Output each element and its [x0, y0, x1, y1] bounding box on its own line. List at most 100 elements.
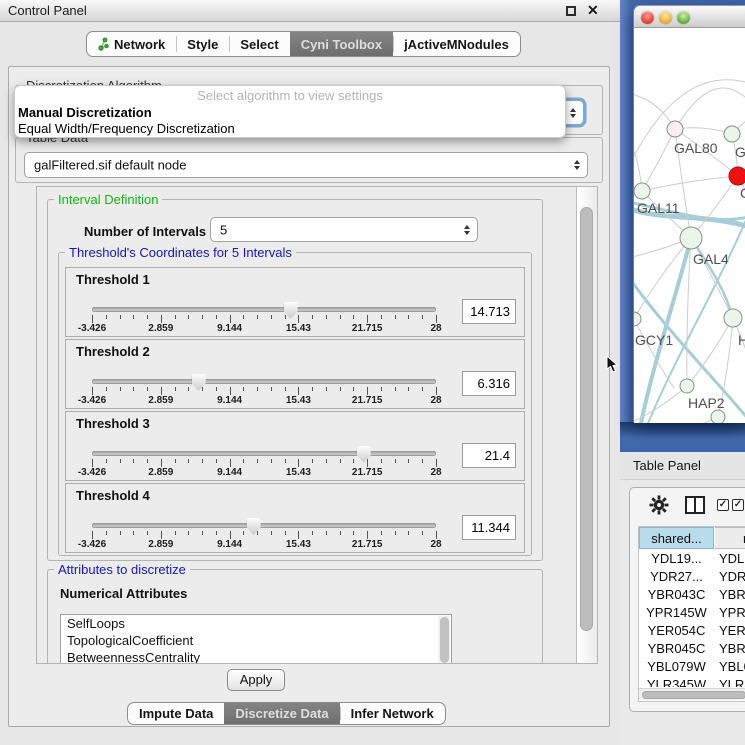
tab-infer-network[interactable]: Infer Network [340, 703, 445, 724]
slider-track[interactable] [92, 307, 436, 312]
split-table-icon[interactable] [685, 496, 705, 514]
attributes-title: Attributes to discretize [54, 562, 190, 577]
cell-shared-name[interactable]: YLR345W [639, 676, 714, 687]
threshold-value-field[interactable]: 14.713 [462, 299, 516, 324]
cell-name[interactable]: YBR0 [719, 586, 745, 604]
column-header-shared-name[interactable]: shared... [639, 527, 714, 549]
cell-shared-name[interactable]: YBL079W [639, 658, 714, 676]
tab-style[interactable]: Style [176, 32, 229, 56]
table-row[interactable]: YDR27... YDR2 [639, 568, 745, 586]
cell-name[interactable]: YPR1 [719, 604, 745, 622]
tab-jactivemnodules[interactable]: jActiveMNodules [393, 32, 520, 56]
cell-name[interactable]: YBL0 [719, 658, 745, 676]
panel-scrollbar-thumb[interactable] [580, 207, 593, 631]
network-edge[interactable] [634, 386, 687, 423]
tab-network[interactable]: Network [87, 32, 176, 56]
slider-tick-labels: -3.4262.8599.14415.4321.71528 [92, 323, 436, 335]
threshold-value-field[interactable]: 11.344 [462, 515, 516, 540]
network-node-hap2[interactable] [680, 379, 694, 393]
cell-name[interactable]: YBR0 [719, 640, 745, 658]
threshold-value-field[interactable]: 21.4 [462, 443, 516, 468]
tick-label: -3.426 [78, 539, 106, 550]
panel-scrollbar[interactable] [576, 187, 596, 663]
number-of-intervals-combo[interactable]: 5 [210, 217, 478, 242]
table-row[interactable]: YER054C YER0 [639, 622, 745, 640]
cell-name[interactable]: YER0 [719, 622, 745, 640]
network-edge[interactable] [664, 417, 718, 423]
network-node-gal80[interactable] [667, 121, 683, 137]
interval-definition-group: Interval Definition Number of Intervals … [47, 199, 543, 561]
network-node[interactable] [711, 410, 725, 423]
network-edge[interactable] [634, 238, 691, 319]
network-edge[interactable] [642, 129, 675, 191]
close-icon[interactable]: ✕ [587, 2, 599, 19]
cell-shared-name[interactable]: YDR27... [639, 568, 714, 586]
network-edge[interactable] [691, 238, 733, 318]
network-node-gal4[interactable] [680, 227, 702, 249]
attribute-item[interactable]: BetweennessCentrality [61, 649, 451, 664]
cell-shared-name[interactable]: YER054C [639, 622, 714, 640]
network-edge[interactable] [642, 176, 738, 191]
slider-track[interactable] [92, 379, 436, 384]
cell-shared-name[interactable]: YBR045C [639, 640, 714, 658]
float-window-icon[interactable] [566, 6, 576, 16]
cell-name[interactable]: YLR3 [719, 676, 745, 687]
cell-shared-name[interactable]: YPR145W [639, 604, 714, 622]
attribute-item[interactable]: TopologicalCoefficient [61, 632, 451, 649]
checkbox-icon[interactable]: ✓ [717, 499, 729, 511]
table-row[interactable]: YDL19... YDL1 [639, 550, 745, 568]
checkbox-icon[interactable]: ✓ [732, 499, 744, 511]
close-traffic-light-icon[interactable] [641, 11, 654, 24]
tab-impute-data[interactable]: Impute Data [128, 703, 224, 724]
network-edge[interactable] [687, 238, 691, 386]
network-window-titlebar[interactable] [634, 6, 745, 28]
cell-shared-name[interactable]: YBR043C [639, 586, 714, 604]
table-data-combo[interactable]: galFiltered.sif default node [24, 152, 588, 178]
network-node-h[interactable] [724, 309, 742, 327]
table-row[interactable]: YPR145W YPR1 [639, 604, 745, 622]
popup-option-manual[interactable]: Manual Discretization [15, 105, 565, 121]
tab-discretize-data[interactable]: Discretize Data [224, 703, 339, 724]
network-node-gal11[interactable] [634, 183, 650, 199]
tab-cyni-toolbox[interactable]: Cyni Toolbox [290, 32, 393, 56]
interval-definition-title: Interval Definition [54, 192, 162, 207]
cell-name[interactable]: YDL1 [719, 550, 745, 568]
slider-tick-labels: -3.4262.8599.14415.4321.71528 [92, 539, 436, 551]
network-node-ga[interactable] [724, 126, 740, 142]
node-label: H [738, 332, 745, 348]
column-header-name[interactable]: na [715, 527, 745, 549]
gear-icon[interactable] [649, 495, 669, 515]
cell-name[interactable]: YDR2 [719, 568, 745, 586]
network-canvas[interactable]: GAL80GACGAL11GAL4GCY1HHAP2 [634, 28, 745, 423]
zoom-traffic-light-icon[interactable] [677, 11, 690, 24]
network-edge-highlighted[interactable] [640, 238, 691, 423]
slider-tick-labels: -3.4262.8599.14415.4321.71528 [92, 467, 436, 479]
slider-track[interactable] [92, 523, 436, 528]
network-node-c[interactable] [729, 167, 745, 185]
table-toolbar: ✓ ✓ [630, 488, 745, 526]
cell-shared-name[interactable]: YDL19... [639, 550, 714, 568]
network-edge[interactable] [675, 128, 732, 134]
threshold-value-field[interactable]: 6.316 [462, 371, 516, 396]
tick-label: 21.715 [352, 395, 383, 406]
table-row[interactable]: YLR345W YLR3 [639, 676, 745, 687]
table-row[interactable]: YBR045C YBR0 [639, 640, 745, 658]
slider-track[interactable] [92, 451, 436, 456]
thresholds-title: Threshold's Coordinates for 5 Intervals [65, 245, 296, 260]
tick-label: 28 [430, 323, 441, 334]
threshold-label: Threshold 1 [76, 272, 150, 287]
numerical-attributes-list[interactable]: SelfLoopsTopologicalCoefficientBetweenne… [60, 614, 452, 664]
list-scrollbar[interactable] [438, 616, 450, 664]
table-horizontal-scrollbar[interactable] [639, 688, 745, 700]
number-of-intervals-value: 5 [220, 222, 227, 237]
network-node-gcy1[interactable] [634, 312, 641, 326]
table-row[interactable]: YBL079W YBL0 [639, 658, 745, 676]
popup-option-equal-width[interactable]: Equal Width/Frequency Discretization [15, 121, 565, 137]
table-row[interactable]: YBR043C YBR0 [639, 586, 745, 604]
tab-select[interactable]: Select [229, 32, 289, 56]
network-edge[interactable] [691, 176, 738, 238]
minimize-traffic-light-icon[interactable] [659, 11, 672, 24]
network-edge[interactable] [675, 88, 745, 129]
apply-button[interactable]: Apply [227, 669, 285, 691]
attribute-item[interactable]: SelfLoops [61, 615, 451, 632]
